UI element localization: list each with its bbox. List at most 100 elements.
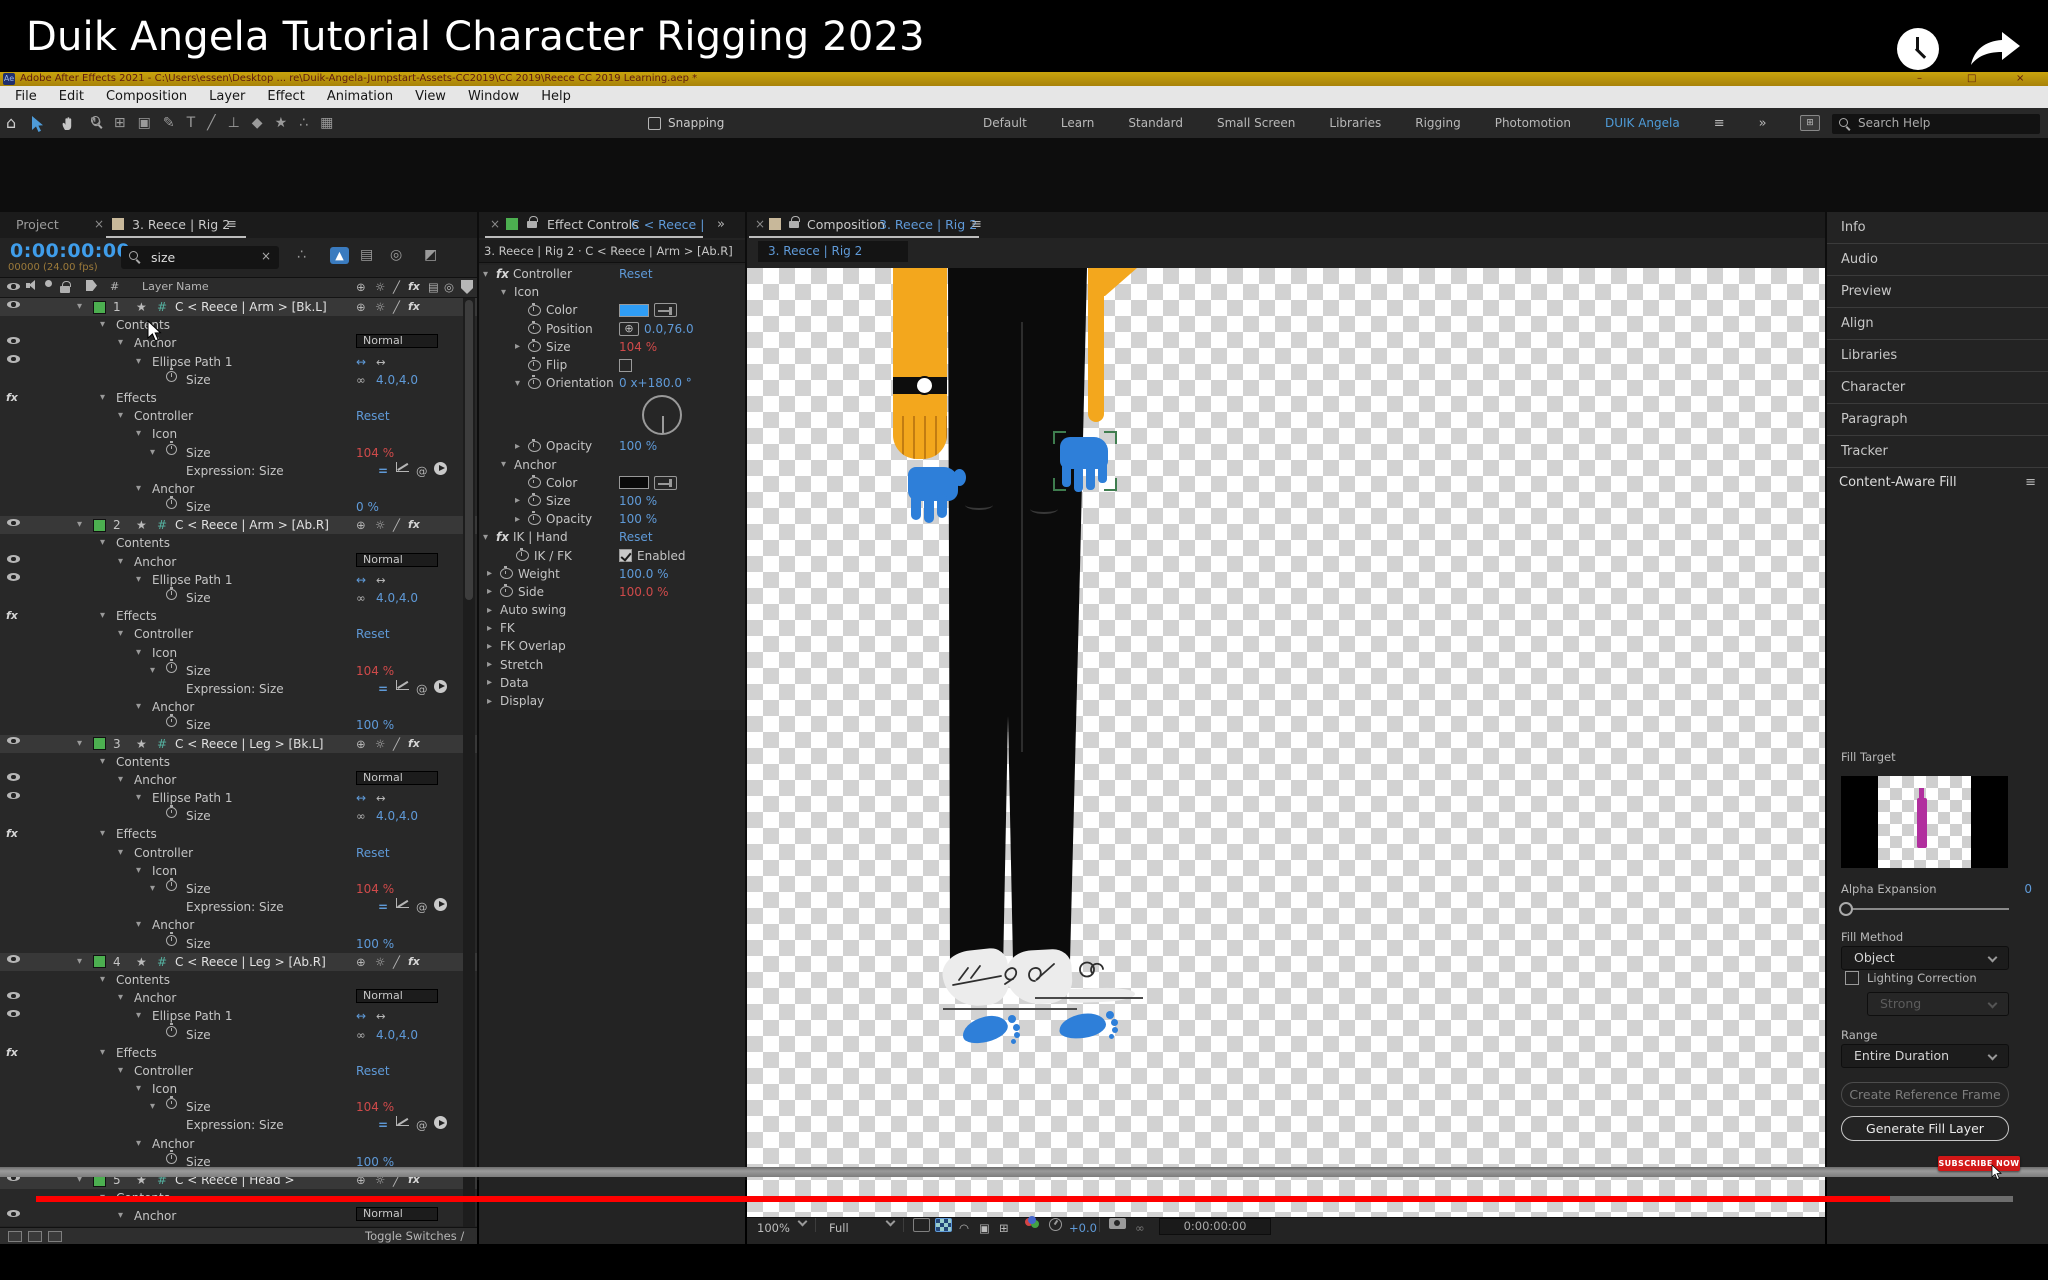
workspace-tab[interactable]: DUIK Angela <box>1605 116 1680 131</box>
workspace-tab[interactable]: Rigging <box>1415 116 1460 131</box>
size-value[interactable]: 4.0,4.0 <box>376 371 418 389</box>
twirl-icon[interactable]: ▸ <box>487 605 500 616</box>
color-swatch[interactable] <box>619 304 649 317</box>
layer-row[interactable]: ▾ 1 ★ # C < Reece | Arm > [Bk.L] ⊕ ☼ ╱ f… <box>0 298 477 316</box>
graph-editor-icon[interactable]: ◩ <box>424 247 437 263</box>
effect-property-row[interactable]: ▸ Auto swing ⊕ <box>479 601 745 619</box>
constrain-icon[interactable]: ↔ <box>376 571 386 589</box>
twirl-icon[interactable]: ▾ <box>100 753 105 771</box>
switch-frame-blend-icon[interactable]: ▤ <box>428 280 439 294</box>
anchor-group-row[interactable]: ▾ Anchor Normal <box>0 771 477 789</box>
icon-size-row[interactable]: ▾ Size 104 % <box>0 444 477 462</box>
motion-blur-icon[interactable]: ◎ <box>390 247 402 263</box>
workspace-tab[interactable]: Learn <box>1061 116 1095 131</box>
ellipse-path-row[interactable]: ▾ Ellipse Path 1 ↔ ↔ <box>0 1007 477 1025</box>
workspace-overflow-icon[interactable]: » <box>1759 116 1767 131</box>
constrain-icon[interactable]: ↔ <box>356 571 366 589</box>
close-icon[interactable]: × <box>490 217 500 231</box>
layer-color-chip[interactable] <box>93 955 106 968</box>
tab-effect-controls[interactable]: Effect Controls <box>547 217 639 232</box>
lock-icon[interactable] <box>789 221 799 228</box>
contents-row[interactable]: ▾ Contents <box>0 971 477 989</box>
workspace-panel-icon[interactable]: ⊞ <box>1800 115 1820 131</box>
effect-property-row[interactable]: Flip ⊕ <box>479 356 745 374</box>
layer-row[interactable]: ▾ 2 ★ # C < Reece | Arm > [Ab.R] ⊕ ☼ ╱ f… <box>0 516 477 534</box>
icon-group-row[interactable]: ▾ Icon <box>0 862 477 880</box>
twirl-icon[interactable]: ▾ <box>136 425 141 443</box>
constrain-icon[interactable]: ↔ <box>356 789 366 807</box>
twirl-icon[interactable]: ▾ <box>136 916 141 934</box>
puppet-pin-tool[interactable]: ★ <box>275 115 288 131</box>
expression-graph-icon[interactable] <box>396 898 409 908</box>
effect-property-row[interactable]: ▸ Size ⊕ 104 % <box>479 338 745 356</box>
stopwatch-icon[interactable] <box>516 550 529 561</box>
audio-icon[interactable] <box>26 280 38 291</box>
eye-icon[interactable] <box>7 571 20 584</box>
snapping-checkbox[interactable] <box>648 117 661 130</box>
effect-property-row[interactable]: ▸ Opacity ⊕ 100 % <box>479 437 745 455</box>
expression-enable-icon[interactable]: = <box>378 680 388 698</box>
expression-row[interactable]: Expression: Size = @ <box>0 898 477 916</box>
twirl-icon[interactable]: ▾ <box>100 534 105 552</box>
stopwatch-icon[interactable] <box>528 360 541 371</box>
stopwatch-icon[interactable] <box>500 586 513 597</box>
layer-name[interactable]: C < Reece | Leg > [Bk.L] <box>175 735 323 753</box>
twirl-icon[interactable]: ▾ <box>100 1044 105 1062</box>
expression-graph-icon[interactable] <box>396 680 409 690</box>
eye-icon[interactable] <box>7 1007 20 1020</box>
minimize-button[interactable]: – <box>1917 72 1922 86</box>
controller-effect-row[interactable]: ▾ Controller Reset <box>0 625 477 643</box>
twirl-icon[interactable]: ▾ <box>118 553 123 571</box>
anchor-size-row[interactable]: Size 100 % <box>0 935 477 953</box>
blend-mode-dropdown[interactable]: Normal <box>356 553 438 567</box>
collapsed-panel-tab[interactable]: Preview <box>1827 276 2048 308</box>
stopwatch-icon[interactable] <box>528 378 541 389</box>
eye-icon[interactable] <box>7 735 20 748</box>
effect-property-row[interactable]: ⊕ <box>479 392 745 437</box>
property-value[interactable]: 100 % <box>619 494 657 508</box>
property-value[interactable]: 104 % <box>619 340 657 354</box>
guide-star-icon[interactable]: ★ <box>136 953 147 971</box>
size-value[interactable]: 4.0,4.0 <box>376 807 418 825</box>
stopwatch-icon[interactable] <box>166 498 177 509</box>
orientation-dial[interactable] <box>642 395 682 435</box>
stopwatch-icon[interactable] <box>528 495 541 506</box>
effects-group-row[interactable]: fx ▾ Effects <box>0 825 477 843</box>
switch-fx-icon[interactable]: fx <box>408 298 420 316</box>
twirl-icon[interactable]: ▾ <box>483 269 496 280</box>
stopwatch-icon[interactable] <box>166 935 177 946</box>
guide-star-icon[interactable]: ★ <box>136 298 147 316</box>
eye-icon[interactable] <box>7 298 20 311</box>
twirl-icon[interactable]: ▾ <box>483 532 496 543</box>
switch-effects-icon[interactable]: ╱ <box>393 516 400 534</box>
twirl-icon[interactable]: ▾ <box>150 444 155 462</box>
twirl-icon[interactable]: ▾ <box>118 1062 123 1080</box>
twirl-icon[interactable]: ▾ <box>136 644 141 662</box>
shy-hash-icon[interactable]: # <box>157 953 167 971</box>
twirl-icon[interactable]: ▸ <box>487 586 500 597</box>
tab-composition-name[interactable]: 3. Reece | Rig 2 <box>879 217 977 232</box>
expression-language-icon[interactable] <box>434 1116 447 1129</box>
twirl-icon[interactable]: ▾ <box>515 378 528 389</box>
stopwatch-icon[interactable] <box>528 477 541 488</box>
twirl-icon[interactable]: ▾ <box>100 971 105 989</box>
size-value[interactable]: 4.0,4.0 <box>376 589 418 607</box>
collapsed-panel-tab[interactable]: Paragraph <box>1827 404 2048 436</box>
expression-row[interactable]: Expression: Size = @ <box>0 1116 477 1134</box>
anchor-group-row[interactable]: ▾ Anchor Normal <box>0 989 477 1007</box>
fill-method-dropdown[interactable]: Object <box>1841 946 2009 970</box>
twirl-icon[interactable]: ▾ <box>136 1007 141 1025</box>
twirl-icon[interactable]: ▾ <box>136 698 141 716</box>
anchor-group-row[interactable]: ▾ Anchor <box>0 698 477 716</box>
blend-mode-dropdown[interactable]: Normal <box>356 334 438 348</box>
workspace-tab[interactable]: Default <box>983 116 1027 131</box>
twirl-icon[interactable]: ▾ <box>100 825 105 843</box>
constrain-icon[interactable]: ↔ <box>356 1007 366 1025</box>
slider-knob[interactable] <box>1839 902 1853 916</box>
stopwatch-icon[interactable] <box>166 1153 177 1164</box>
switch-quality-icon[interactable]: ☼ <box>375 953 385 971</box>
collapsed-panel-tab[interactable]: Info <box>1827 212 2048 244</box>
checkbox[interactable] <box>619 549 632 562</box>
switch-fx-icon[interactable]: fx <box>408 280 420 293</box>
link-icon[interactable]: ∞ <box>356 589 366 607</box>
